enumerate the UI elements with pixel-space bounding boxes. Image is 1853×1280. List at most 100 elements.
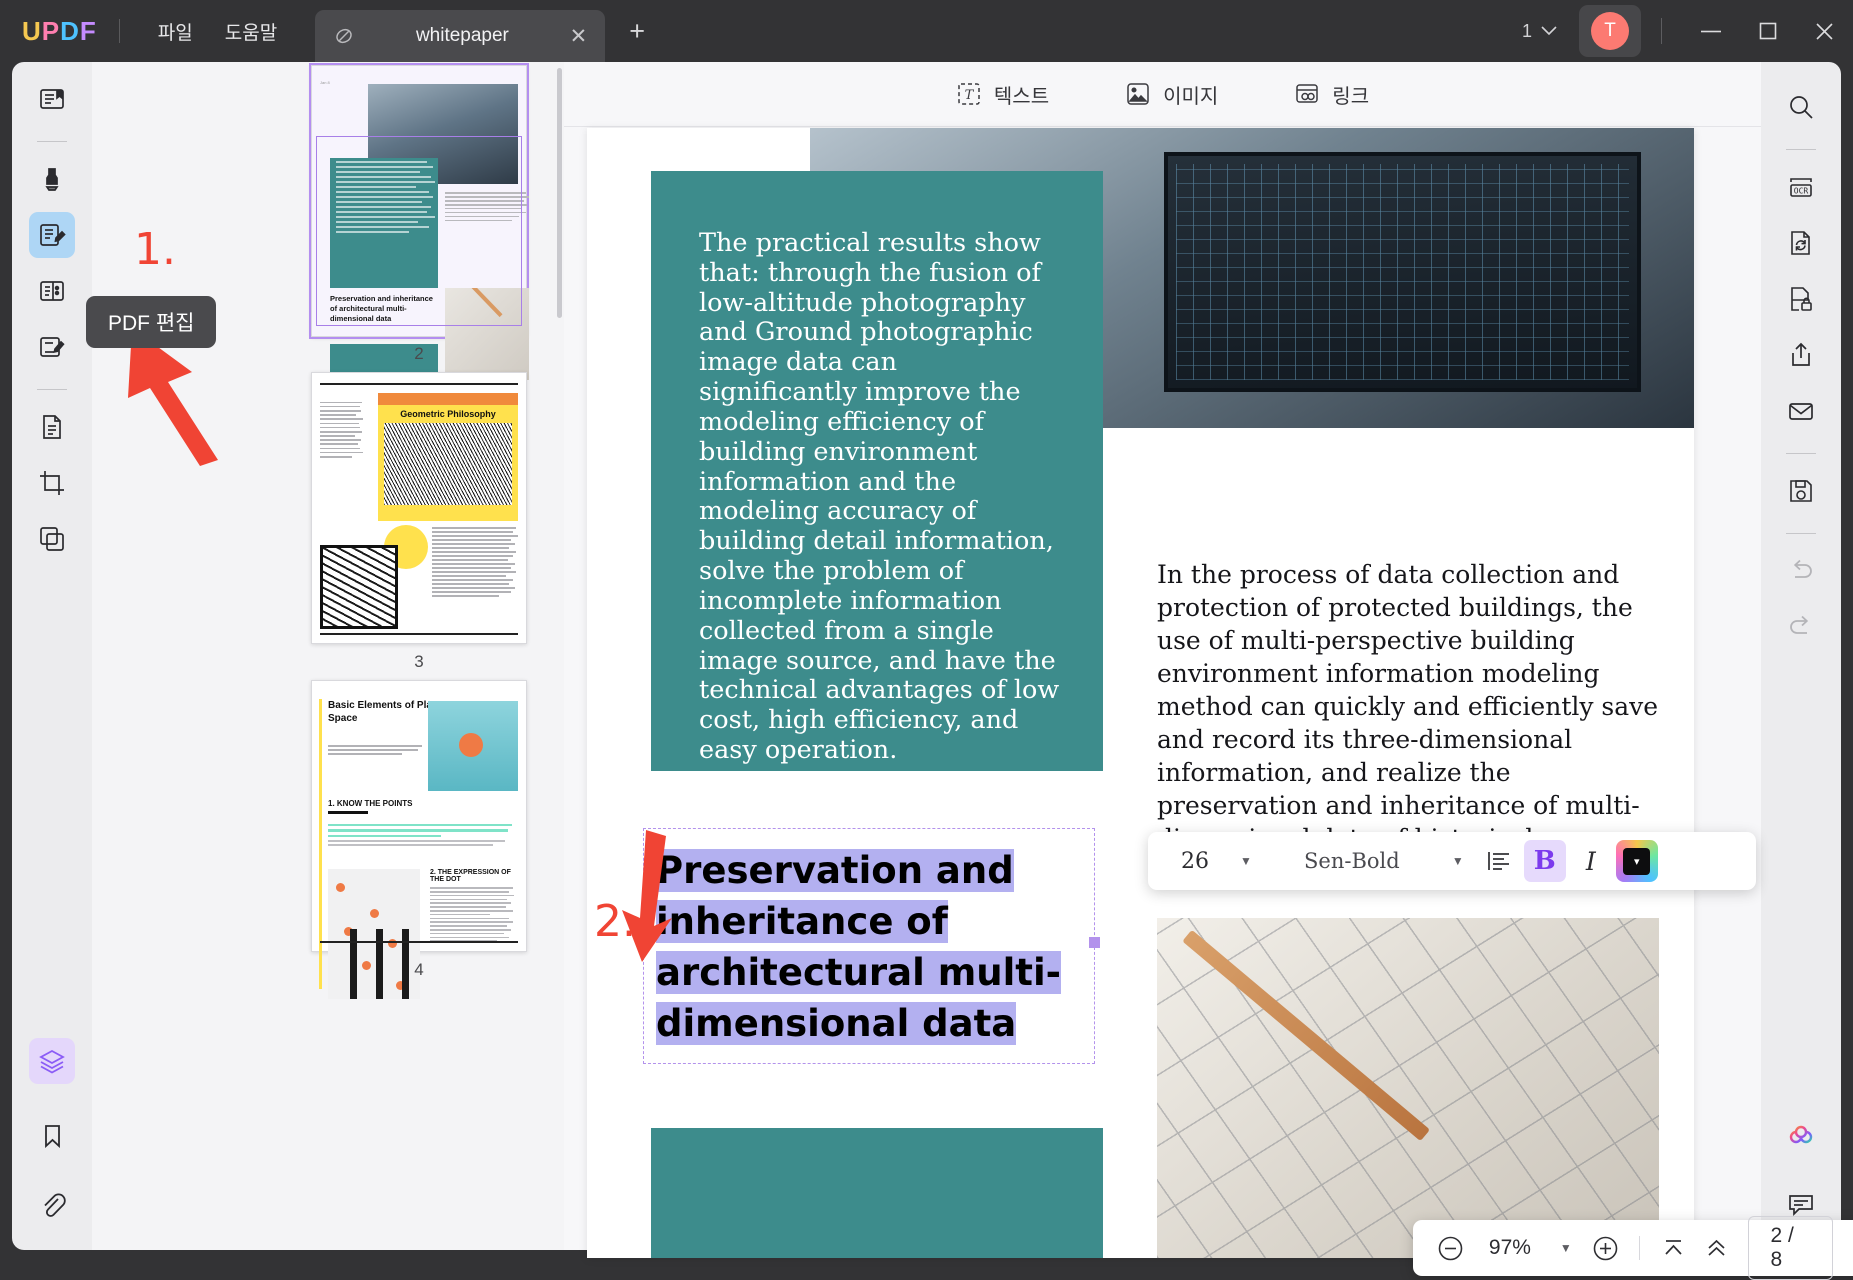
zoombar-divider-1 xyxy=(1639,1236,1640,1260)
ai-assistant-button[interactable] xyxy=(1778,1116,1824,1162)
thumbnail-number-3: 3 xyxy=(311,652,527,672)
right-rail-divider-2 xyxy=(1786,453,1816,454)
page-indicator[interactable]: 2 / 8 xyxy=(1748,1216,1834,1280)
minus-circle-icon[interactable] xyxy=(1431,1228,1470,1268)
titlebar-divider xyxy=(119,19,120,43)
document-viewer: T 텍스트 이미지 링크 xyxy=(564,62,1761,1250)
svg-text:T: T xyxy=(965,88,975,103)
sidebar-item-edit-pdf[interactable] xyxy=(29,212,75,258)
toolbar-divider xyxy=(564,126,1761,127)
edit-toolbar: T 텍스트 이미지 링크 xyxy=(564,62,1761,126)
plus-circle-icon[interactable] xyxy=(1586,1228,1625,1268)
zoom-navigation-toolbar: 97% ▼ 2 / 8 xyxy=(1413,1220,1853,1276)
menu-help[interactable]: 도움말 xyxy=(209,12,293,51)
tab-title: whitepaper xyxy=(355,25,569,47)
share-button[interactable] xyxy=(1778,332,1824,378)
close-window-button[interactable] xyxy=(1796,12,1853,51)
search-panel-button[interactable] xyxy=(1778,84,1824,130)
thumb-page-3-title: Geometric Philosophy xyxy=(378,405,518,421)
tool-link-label: 링크 xyxy=(1332,80,1369,109)
layers-panel-button[interactable] xyxy=(29,1038,75,1084)
sidebar-item-form[interactable] xyxy=(29,268,75,314)
bold-button[interactable]: B xyxy=(1524,840,1566,882)
thumbnail-scrollbar[interactable] xyxy=(557,68,562,318)
heading-line-3: architectural multi- xyxy=(656,951,1061,994)
sidebar-item-reader[interactable] xyxy=(29,76,75,122)
italic-button[interactable]: I xyxy=(1570,840,1612,882)
app-body: Jan 8 Preservation and inheritance of ar… xyxy=(0,62,1853,1250)
font-name-value[interactable]: Sen-Bold xyxy=(1266,849,1438,873)
tool-text[interactable]: T 텍스트 xyxy=(946,74,1059,115)
thumbnail-number-4: 4 xyxy=(311,960,527,980)
tab-list-dropdown[interactable]: 1 xyxy=(1512,15,1567,48)
zoom-level-value[interactable]: 97% xyxy=(1474,1236,1546,1260)
heading-line-2: inheritance of xyxy=(656,900,948,943)
color-picker-icon[interactable]: ▾ xyxy=(1616,840,1658,882)
text-tool-icon: T xyxy=(956,81,982,107)
teal-callout-paragraph[interactable]: The practical results show that: through… xyxy=(651,171,1103,771)
undo-button[interactable] xyxy=(1778,548,1824,594)
tool-link[interactable]: 링크 xyxy=(1284,74,1379,115)
bold-label: B xyxy=(1534,846,1556,876)
sidebar-item-batch[interactable] xyxy=(29,516,75,562)
rail-divider-1 xyxy=(37,141,67,142)
teal-block-bottom xyxy=(651,1128,1103,1258)
pdf-edit-tooltip: PDF 편집 xyxy=(86,296,216,348)
maximize-button[interactable] xyxy=(1740,12,1796,50)
pdf-tab-icon xyxy=(333,25,355,47)
right-rail-divider-3 xyxy=(1786,533,1816,534)
thumb-page-4-section-2: 2. THE EXPRESSION OF THE DOT xyxy=(430,869,526,883)
bookmarks-panel-button[interactable] xyxy=(29,1112,75,1158)
zoom-dropdown-icon[interactable]: ▼ xyxy=(1550,1241,1582,1255)
left-tool-rail xyxy=(12,62,92,1250)
text-format-toolbar: 26 ▼ Sen-Bold ▼ B I ▾ xyxy=(1148,832,1756,890)
heading-line-1: Preservation and xyxy=(656,849,1014,892)
close-tab-icon[interactable]: ✕ xyxy=(570,24,588,49)
pdf-page[interactable]: The practical results show that: through… xyxy=(587,128,1694,1258)
tab-count-label: 1 xyxy=(1522,21,1532,42)
attachments-panel-button[interactable] xyxy=(29,1182,75,1228)
thumbnail-page-3[interactable]: Geometric Philosophy xyxy=(311,372,527,644)
font-size-value[interactable]: 26 xyxy=(1164,849,1226,874)
sidebar-item-sign[interactable] xyxy=(29,324,75,370)
resize-handle-right[interactable] xyxy=(1089,937,1100,948)
new-tab-button[interactable]: + xyxy=(629,16,645,47)
step-2-number: 2. xyxy=(594,896,636,947)
sidebar-item-organize-pages[interactable] xyxy=(29,404,75,450)
sidebar-item-crop[interactable] xyxy=(29,460,75,506)
titlebar-divider-2 xyxy=(1661,18,1662,44)
thumb-page-4-section-1: 1. KNOW THE POINTS xyxy=(328,799,412,808)
email-button[interactable] xyxy=(1778,388,1824,434)
ocr-button[interactable]: OCR xyxy=(1778,164,1824,210)
rail-divider-2 xyxy=(37,389,67,390)
thumbnail-number-2: 2 xyxy=(311,344,527,364)
blueprint-photo xyxy=(1157,918,1659,1258)
thumbnail-page-4[interactable]: Basic Elements of Plane Space 1. KNOW TH… xyxy=(311,680,527,952)
font-size-dropdown-icon[interactable]: ▼ xyxy=(1230,854,1262,868)
align-left-icon[interactable] xyxy=(1478,840,1520,882)
font-name-dropdown-icon[interactable]: ▼ xyxy=(1442,854,1474,868)
save-button[interactable] xyxy=(1778,468,1824,514)
next-page-icon[interactable] xyxy=(1845,1228,1853,1268)
prev-page-icon[interactable] xyxy=(1697,1228,1736,1268)
right-tool-rail: OCR xyxy=(1761,62,1841,1250)
first-page-icon[interactable] xyxy=(1654,1228,1693,1268)
right-rail-divider-1 xyxy=(1786,149,1816,150)
tool-image[interactable]: 이미지 xyxy=(1115,74,1228,115)
step-1-number: 1. xyxy=(134,224,176,275)
thumbnail-page-2[interactable]: Jan 8 Preservation and inheritance of ar… xyxy=(311,65,527,337)
heading-line-4: dimensional data xyxy=(656,1002,1016,1045)
protect-button[interactable] xyxy=(1778,276,1824,322)
convert-button[interactable] xyxy=(1778,220,1824,266)
tool-image-label: 이미지 xyxy=(1163,80,1218,109)
image-tool-icon xyxy=(1125,81,1151,107)
document-tab[interactable]: whitepaper ✕ xyxy=(315,10,605,62)
svg-text:OCR: OCR xyxy=(1794,187,1809,196)
minimize-button[interactable] xyxy=(1682,20,1740,43)
menu-file[interactable]: 파일 xyxy=(142,12,209,51)
sidebar-item-annotate[interactable] xyxy=(29,156,75,202)
selected-text-box[interactable]: Preservation and inheritance of architec… xyxy=(643,828,1095,1064)
redo-button[interactable] xyxy=(1778,604,1824,650)
updf-logo: UPDF xyxy=(22,16,97,47)
account-button[interactable]: T xyxy=(1579,5,1641,57)
